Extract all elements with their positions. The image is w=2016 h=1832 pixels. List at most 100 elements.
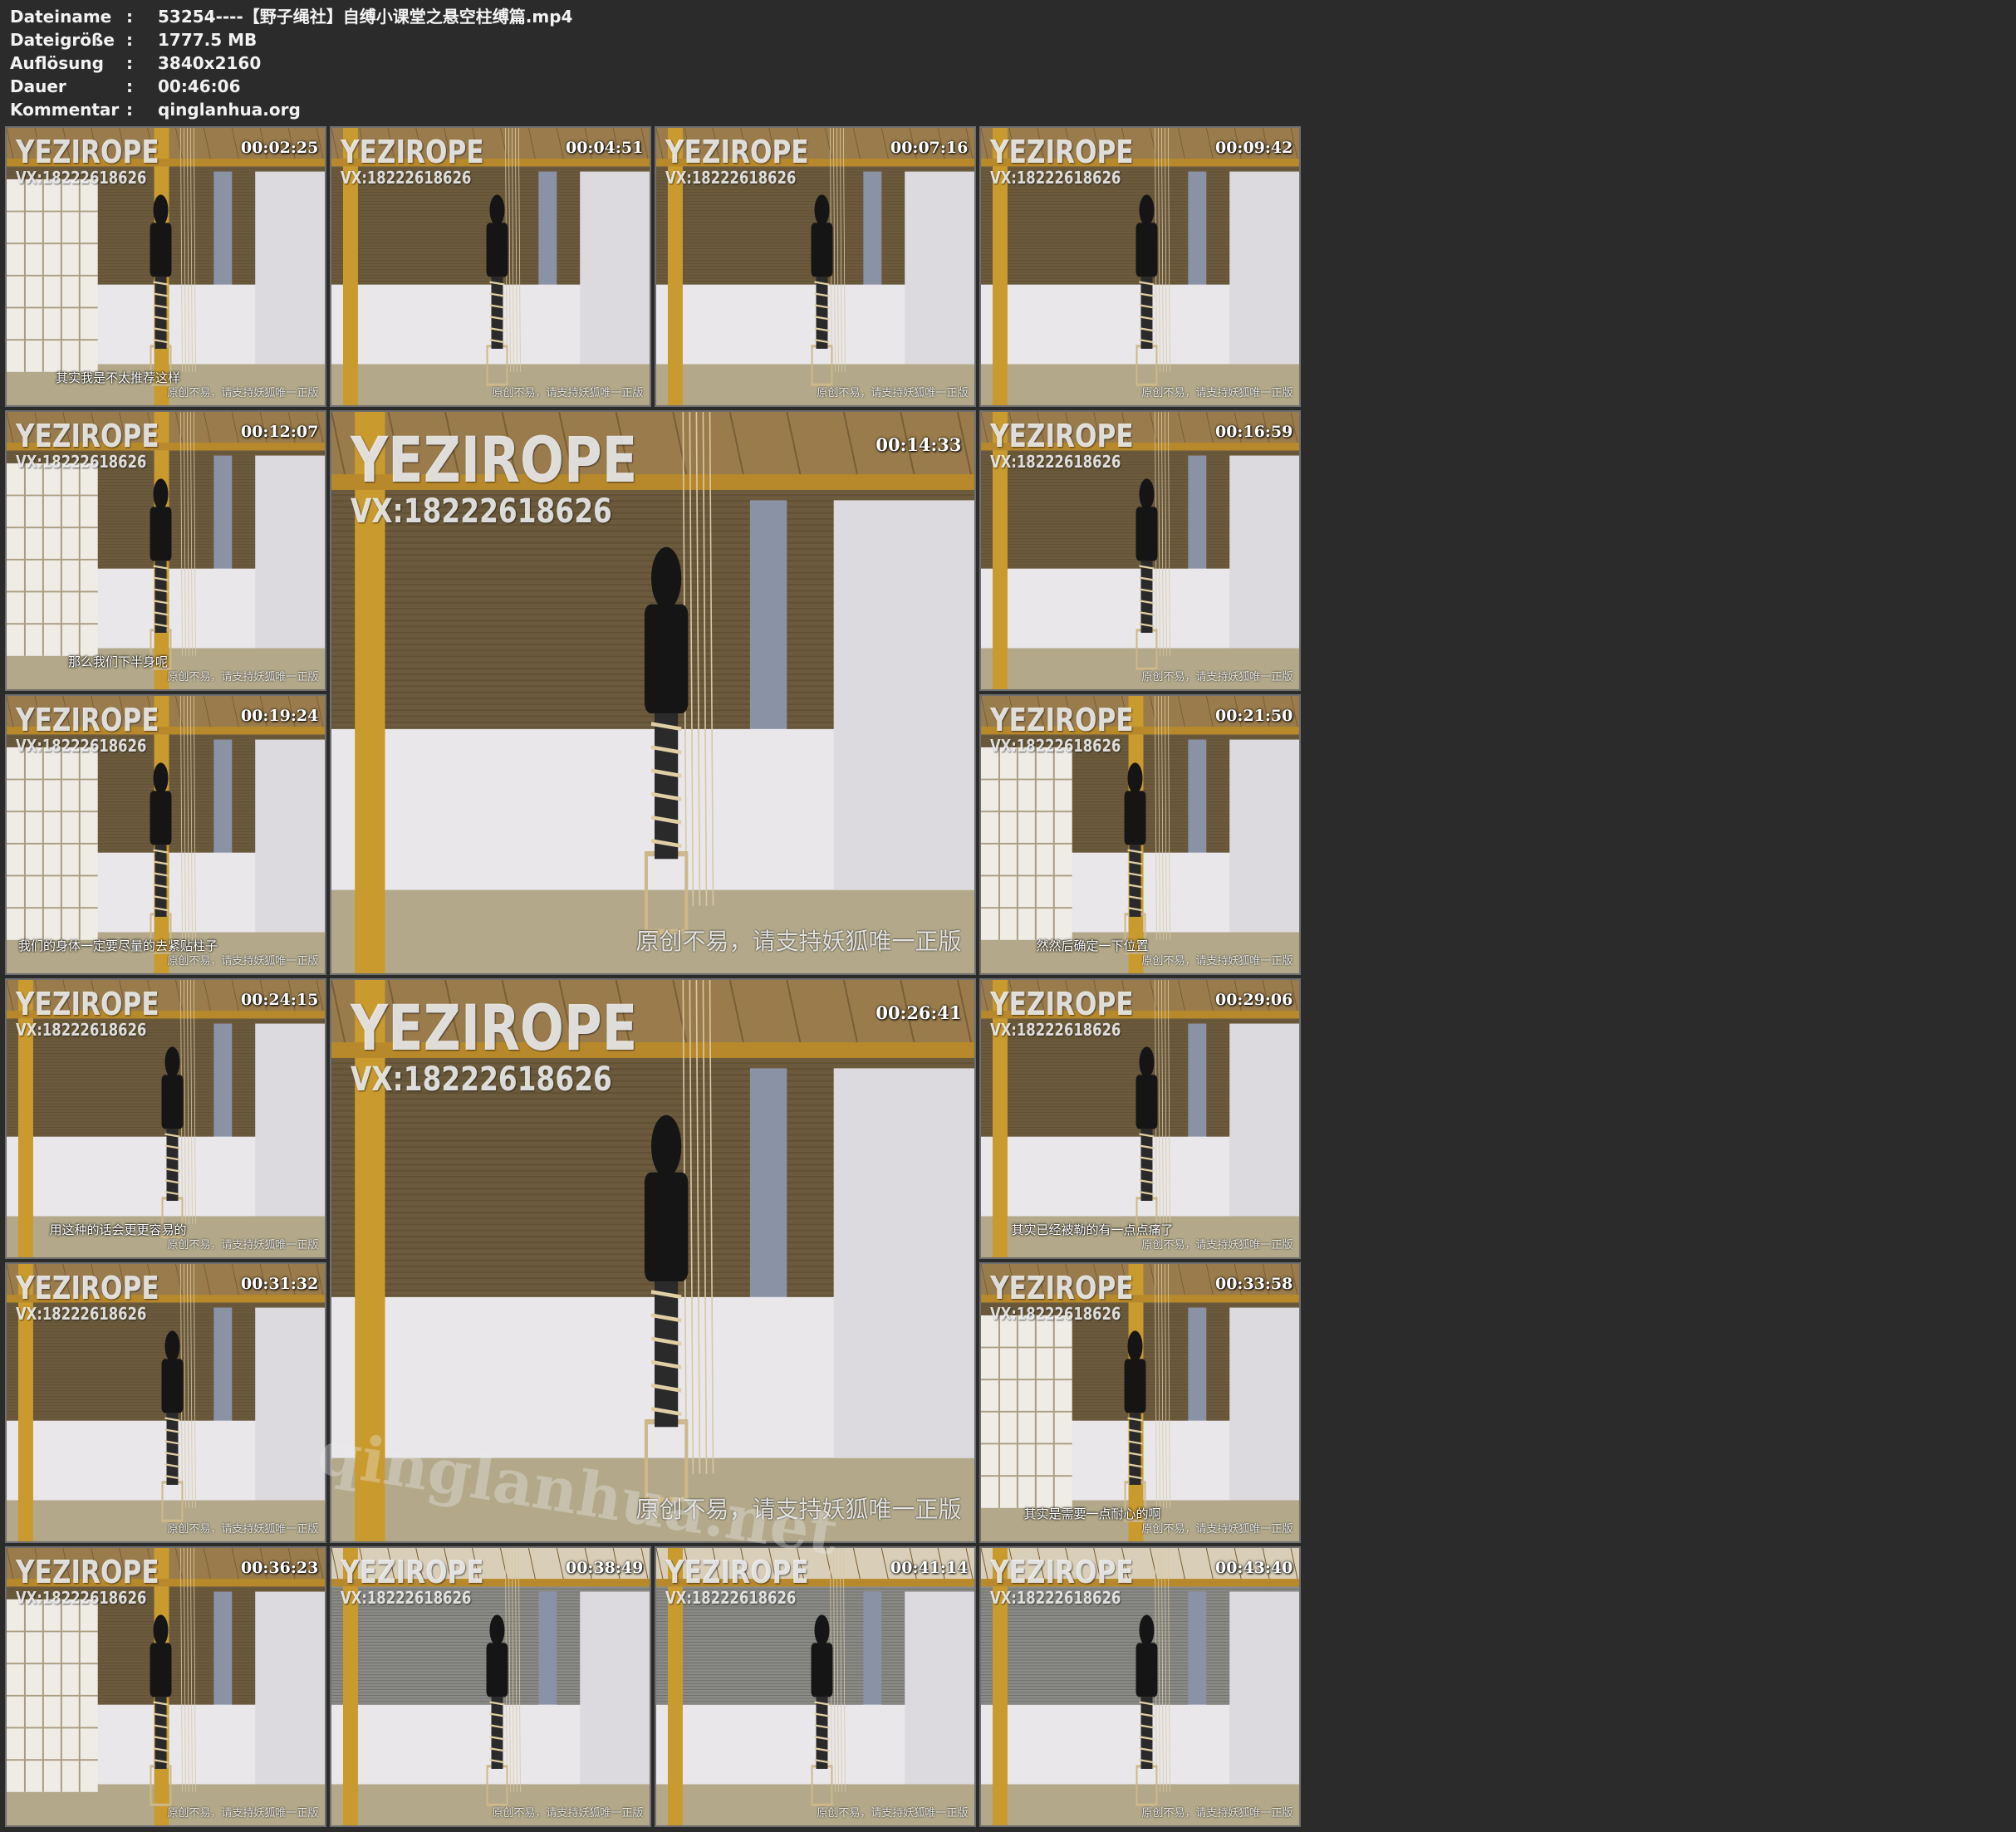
video-thumbnail[interactable]: YEZIROPE VX:18222618626 00:29:06 其实已经被勒的有一点… xyxy=(979,978,1301,1259)
logo-line2: VX:18222618626 xyxy=(16,1020,147,1041)
credit-text: 原创不易，请支持妖狐唯一正版 xyxy=(1141,1523,1293,1536)
logo-line1: YEZIROPE xyxy=(341,1554,485,1591)
logo-line2: VX:18222618626 xyxy=(341,168,472,189)
logo-line2: VX:18222618626 xyxy=(990,168,1121,189)
meta-label: Dateiname xyxy=(10,7,112,27)
yezirope-logo: YEZIROPE VX:18222618626 xyxy=(990,1556,1134,1606)
logo-line2: VX:18222618626 xyxy=(990,452,1121,473)
timestamp-label: 00:07:16 xyxy=(890,139,969,158)
video-thumbnail[interactable]: YEZIROPE VX:18222618626 00:14:33 原创不易，请支持妖狐… xyxy=(330,410,976,975)
credit-text: 原创不易，请支持妖狐唯一正版 xyxy=(167,955,319,968)
yezirope-logo: YEZIROPE VX:18222618626 xyxy=(990,704,1134,754)
logo-line2: VX:18222618626 xyxy=(16,1304,147,1325)
logo-line2: VX:18222618626 xyxy=(990,1588,1121,1609)
credit-text: 原创不易，请支持妖狐唯一正版 xyxy=(635,1495,962,1523)
video-thumbnail[interactable]: YEZIROPE VX:18222618626 00:33:58 其实是需要一点耐心的… xyxy=(979,1262,1301,1543)
timestamp-label: 00:04:51 xyxy=(565,139,644,158)
video-thumbnail[interactable]: YEZIROPE VX:18222618626 00:43:40 原创不易，请支持妖狐… xyxy=(979,1546,1301,1827)
meta-row: Dateigröße: 1777.5 MB xyxy=(10,28,1007,51)
credit-text: 原创不易，请支持妖狐唯一正版 xyxy=(492,1807,644,1820)
timestamp-label: 00:41:14 xyxy=(890,1559,969,1578)
timestamp-label: 00:16:59 xyxy=(1214,423,1293,442)
yezirope-logo: YEZIROPE VX:18222618626 xyxy=(990,420,1134,470)
video-thumbnail[interactable]: YEZIROPE VX:18222618626 00:02:25 其实我是不太推荐这样… xyxy=(5,126,326,407)
logo-line2: VX:18222618626 xyxy=(990,1304,1121,1325)
logo-line1: YEZIROPE xyxy=(990,1270,1135,1307)
timestamp-label: 00:31:32 xyxy=(240,1275,319,1294)
yezirope-logo: YEZIROPE VX:18222618626 xyxy=(351,991,638,1097)
meta-colon: : xyxy=(126,100,133,120)
credit-text: 原创不易，请支持妖狐唯一正版 xyxy=(817,1807,969,1820)
yezirope-logo: YEZIROPE VX:18222618626 xyxy=(990,988,1134,1038)
video-thumbnail[interactable]: YEZIROPE VX:18222618626 00:41:14 原创不易，请支持妖狐… xyxy=(655,1546,976,1827)
logo-line2: VX:18222618626 xyxy=(665,1588,797,1609)
timestamp-label: 00:36:23 xyxy=(240,1559,319,1578)
logo-line1: YEZIROPE xyxy=(665,134,810,171)
video-thumbnail[interactable]: YEZIROPE VX:18222618626 00:26:41 原创不易，请支持妖狐… xyxy=(330,978,976,1543)
yezirope-logo: YEZIROPE VX:18222618626 xyxy=(16,988,159,1038)
credit-text: 原创不易，请支持妖狐唯一正版 xyxy=(1141,671,1293,684)
video-thumbnail[interactable]: YEZIROPE VX:18222618626 00:16:59 原创不易，请支持妖狐… xyxy=(979,410,1301,691)
meta-row: Auflösung: 3840x2160 xyxy=(10,51,1007,75)
credit-text: 原创不易，请支持妖狐唯一正版 xyxy=(167,1523,319,1536)
file-metadata: Dateiname: 53254----【野子绳社】自缚小课堂之悬空柱缚篇.mp4… xyxy=(10,5,1007,121)
timestamp-label: 00:19:24 xyxy=(240,707,319,726)
logo-line2: VX:18222618626 xyxy=(341,1588,472,1609)
logo-line2: VX:18222618626 xyxy=(990,736,1121,757)
logo-line2: VX:18222618626 xyxy=(990,1020,1121,1041)
logo-line2: VX:18222618626 xyxy=(16,168,147,189)
credit-text: 原创不易，请支持妖狐唯一正版 xyxy=(167,1807,319,1820)
meta-colon: : xyxy=(126,76,133,96)
video-thumbnail[interactable]: YEZIROPE VX:18222618626 00:07:16 原创不易，请支持妖狐… xyxy=(655,126,976,407)
credit-text: 原创不易，请支持妖狐唯一正版 xyxy=(635,927,962,955)
timestamp-label: 00:24:15 xyxy=(240,991,319,1010)
video-thumbnail[interactable]: YEZIROPE VX:18222618626 00:24:15 用这种的话会更更容易… xyxy=(5,978,326,1259)
logo-line1: YEZIROPE xyxy=(990,702,1135,739)
timestamp-label: 00:33:58 xyxy=(1214,1275,1293,1294)
logo-line2: VX:18222618626 xyxy=(665,168,797,189)
video-thumbnail[interactable]: YEZIROPE VX:18222618626 00:04:51 原创不易，请支持妖狐… xyxy=(330,126,651,407)
logo-line1: YEZIROPE xyxy=(16,1270,160,1307)
video-thumbnail[interactable]: YEZIROPE VX:18222618626 00:31:32 原创不易，请支持妖狐… xyxy=(5,1262,326,1543)
video-thumbnail[interactable]: YEZIROPE VX:18222618626 00:09:42 原创不易，请支持妖狐… xyxy=(979,126,1301,407)
video-thumbnail[interactable]: YEZIROPE VX:18222618626 00:36:23 原创不易，请支持妖狐… xyxy=(5,1546,326,1827)
meta-value: 1777.5 MB xyxy=(158,30,258,50)
logo-line2: VX:18222618626 xyxy=(16,452,147,473)
video-thumbnail[interactable]: YEZIROPE VX:18222618626 00:21:50 然然后确定一下位置原… xyxy=(979,694,1301,975)
logo-line1: YEZIROPE xyxy=(990,418,1135,455)
logo-line1: YEZIROPE xyxy=(351,423,638,497)
credit-text: 原创不易，请支持妖狐唯一正版 xyxy=(167,671,319,684)
meta-value: 53254----【野子绳社】自缚小课堂之悬空柱缚篇.mp4 xyxy=(158,7,573,27)
yezirope-logo: YEZIROPE VX:18222618626 xyxy=(665,1556,809,1606)
logo-line1: YEZIROPE xyxy=(16,418,160,455)
meta-colon: : xyxy=(126,7,133,27)
credit-text: 原创不易，请支持妖狐唯一正版 xyxy=(1141,387,1293,400)
yezirope-logo: YEZIROPE VX:18222618626 xyxy=(16,1272,159,1322)
yezirope-logo: YEZIROPE VX:18222618626 xyxy=(351,423,638,531)
meta-colon: : xyxy=(126,30,133,50)
meta-colon: : xyxy=(126,53,133,73)
logo-line1: YEZIROPE xyxy=(341,134,485,171)
yezirope-logo: YEZIROPE VX:18222618626 xyxy=(16,704,159,754)
timestamp-label: 00:09:42 xyxy=(1214,139,1293,158)
video-thumbnail[interactable]: YEZIROPE VX:18222618626 00:19:24 我们的身体一定要尽量… xyxy=(5,694,326,975)
timestamp-label: 00:14:33 xyxy=(876,434,962,456)
logo-line1: YEZIROPE xyxy=(16,1554,160,1591)
credit-text: 原创不易，请支持妖狐唯一正版 xyxy=(1141,1239,1293,1252)
timestamp-label: 00:43:40 xyxy=(1214,1559,1293,1578)
yezirope-logo: YEZIROPE VX:18222618626 xyxy=(341,136,484,186)
video-thumbnail[interactable]: YEZIROPE VX:18222618626 00:12:07 那么我们下半身呢 原创… xyxy=(5,410,326,691)
credit-text: 原创不易，请支持妖狐唯一正版 xyxy=(492,387,644,400)
logo-line2: VX:18222618626 xyxy=(16,736,147,757)
meta-row: Dauer: 00:46:06 xyxy=(10,75,1007,98)
logo-line1: YEZIROPE xyxy=(16,986,160,1023)
timestamp-label: 00:12:07 xyxy=(240,423,319,442)
video-thumbnail[interactable]: YEZIROPE VX:18222618626 00:38:49 原创不易，请支持妖狐… xyxy=(330,1546,651,1827)
timestamp-label: 00:26:41 xyxy=(876,1002,962,1024)
meta-label: Dateigröße xyxy=(10,30,115,50)
logo-line2: VX:18222618626 xyxy=(351,492,613,531)
logo-line1: YEZIROPE xyxy=(351,991,638,1065)
yezirope-logo: YEZIROPE VX:18222618626 xyxy=(665,136,809,186)
logo-line1: YEZIROPE xyxy=(665,1554,810,1591)
meta-value: 00:46:06 xyxy=(158,76,241,96)
